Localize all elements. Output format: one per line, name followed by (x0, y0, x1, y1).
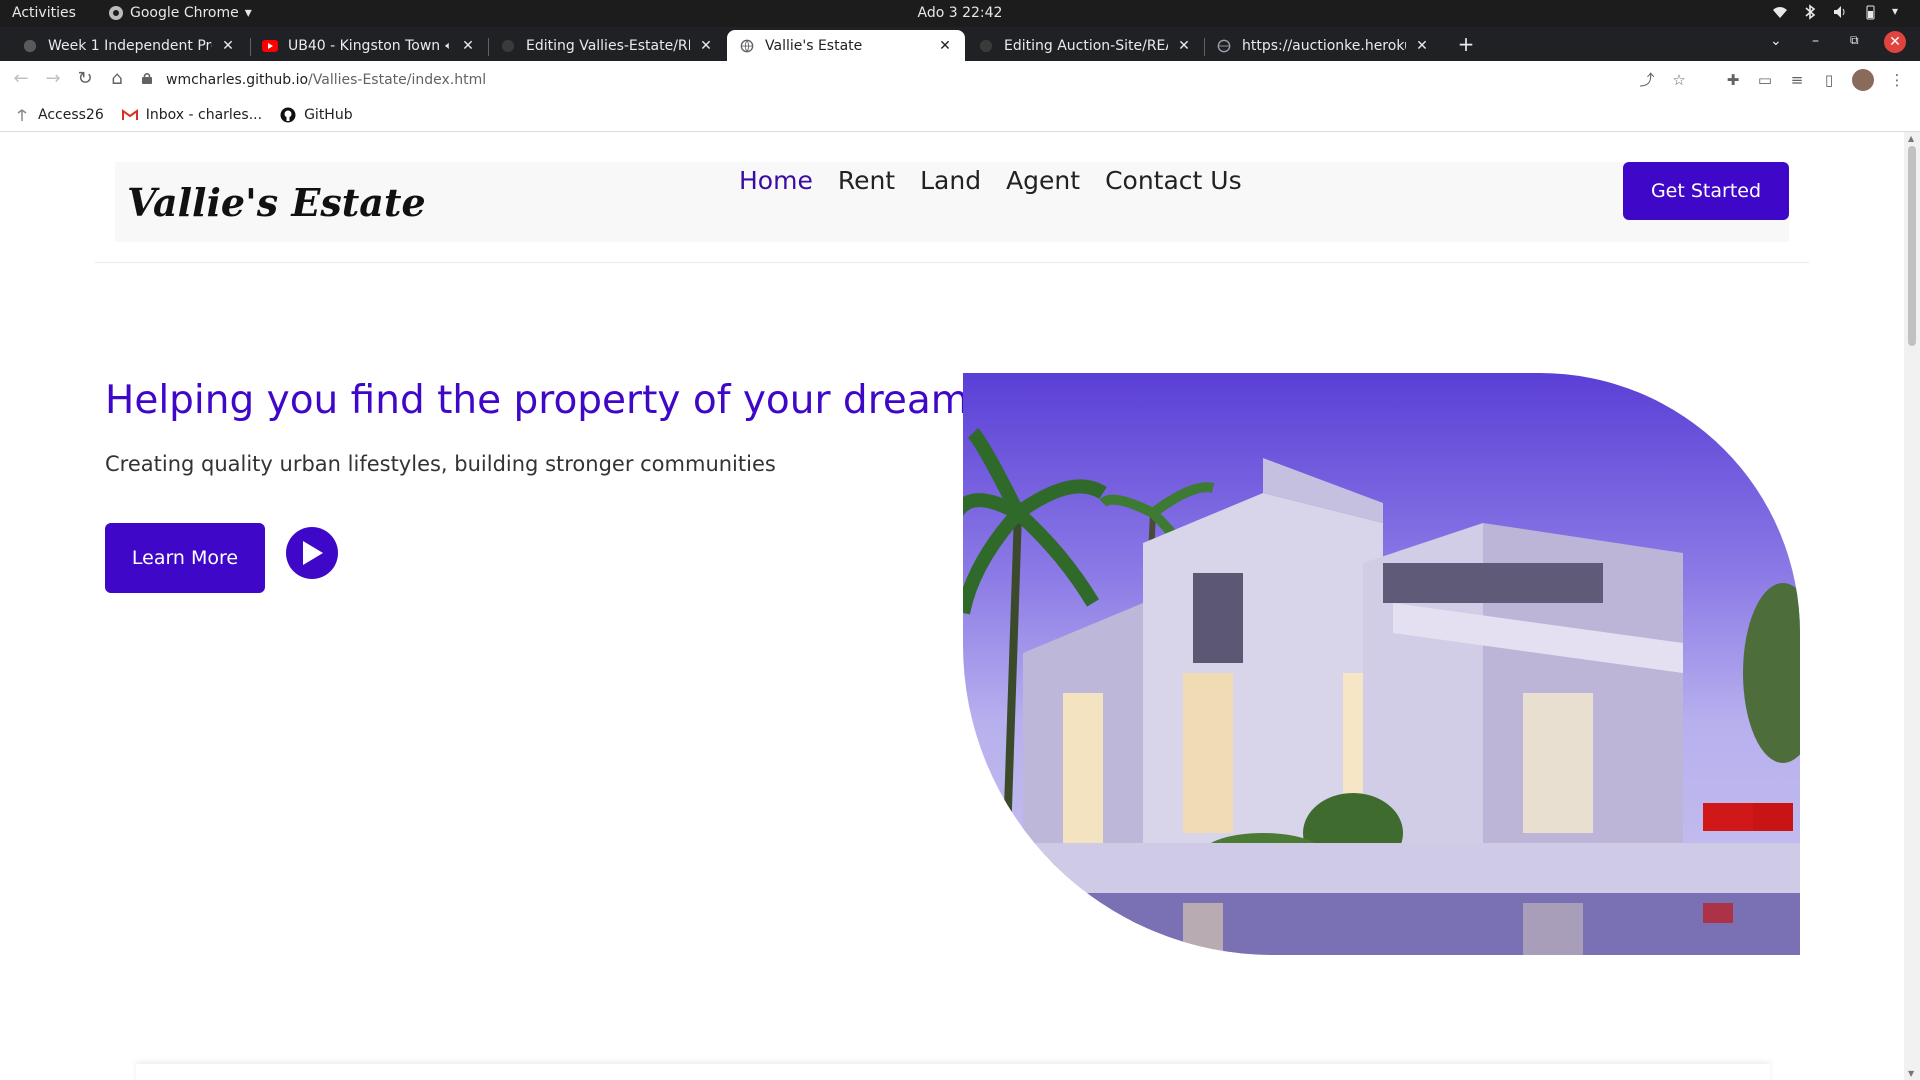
hero-title: Helping you find the property of your dr… (105, 378, 1002, 423)
nav-contact-us[interactable]: Contact Us (1105, 166, 1242, 195)
github-icon (978, 38, 994, 54)
bookmark-inbox[interactable]: Inbox - charles... (121, 106, 263, 123)
tab-week1[interactable]: Week 1 Independent Proj ✕ (10, 30, 248, 61)
close-tab-icon[interactable]: ✕ (1414, 38, 1430, 54)
clock[interactable]: Ado 3 22:42 (0, 5, 1920, 21)
home-icon[interactable]: ⌂ (106, 69, 128, 91)
tab-title: https://auctionke.heroku (1242, 37, 1406, 54)
bookmarks-bar: Access26 Inbox - charles... GitHub (0, 98, 1920, 132)
tab-auctionke[interactable]: https://auctionke.heroku ✕ (1204, 30, 1442, 61)
page-scrollbar[interactable]: ▲ ▼ (1904, 132, 1920, 1080)
profile-avatar[interactable] (1852, 69, 1874, 91)
bookmark-access26[interactable]: Access26 (14, 107, 104, 123)
bookmark-star-icon[interactable]: ☆ (1670, 71, 1688, 89)
system-menu-caret-icon: ▾ (1892, 4, 1899, 18)
globe-icon (739, 38, 755, 54)
scrollbar-thumb[interactable] (1908, 146, 1916, 346)
tab-title: Week 1 Independent Proj (48, 37, 212, 54)
new-tab-button[interactable]: + (1454, 32, 1478, 56)
speaker-icon[interactable]: 🔈︎ (445, 39, 452, 53)
hero-subtitle: Creating quality urban lifestyles, build… (105, 452, 776, 476)
close-window-icon[interactable]: ✕ (1884, 31, 1906, 53)
share-icon[interactable]: ⤴ (1638, 71, 1656, 89)
tab-title: UB40 - Kingston Town (288, 37, 440, 54)
next-section-card (136, 1064, 1770, 1080)
main-nav: Home Rent Land Agent Contact Us (739, 166, 1242, 195)
toolbar-actions: ⤴ ☆ ✚ ▭ ≡ ▯ ⋮ (1638, 69, 1906, 91)
scroll-up-icon[interactable]: ▲ (1908, 134, 1914, 143)
battery-icon (1862, 4, 1878, 20)
lock-icon[interactable] (142, 72, 156, 88)
scroll-down-icon[interactable]: ▼ (1908, 1069, 1914, 1078)
tab-editing-vallies[interactable]: Editing Vallies-Estate/RE ✕ (488, 30, 726, 61)
bookmark-label: Inbox - charles... (145, 106, 263, 123)
url-path: /Vallies-Estate/index.html (308, 72, 487, 88)
close-tab-icon[interactable]: ✕ (1176, 38, 1192, 54)
bookmark-label: GitHub (304, 106, 353, 123)
play-video-button[interactable] (286, 527, 338, 579)
volume-icon (1832, 4, 1848, 20)
bookmark-label: Access26 (38, 106, 104, 123)
minimize-icon[interactable]: – (1812, 33, 1819, 49)
reload-icon[interactable]: ↻ (74, 69, 96, 91)
forward-icon[interactable]: → (42, 69, 64, 91)
play-icon (303, 541, 323, 565)
close-tab-icon[interactable]: ✕ (460, 38, 476, 54)
wifi-icon (1772, 4, 1788, 20)
nav-rent[interactable]: Rent (838, 166, 895, 195)
access26-icon (14, 107, 30, 123)
github-icon (500, 38, 516, 54)
github-icon (280, 107, 296, 123)
reading-list-icon[interactable]: ≡ (1788, 71, 1806, 89)
side-panel-icon[interactable]: ▯ (1820, 71, 1838, 89)
nav-agent[interactable]: Agent (1006, 166, 1080, 195)
tab-strip: Week 1 Independent Proj ✕ UB40 - Kingsto… (0, 27, 1920, 61)
close-tab-icon[interactable]: ✕ (220, 38, 236, 54)
browser-toolbar: ← → ↻ ⌂ wmcharles.github.io/Vallies-Esta… (0, 61, 1920, 98)
restore-icon[interactable]: ⧉ (1850, 33, 1859, 48)
address-bar[interactable]: wmcharles.github.io/Vallies-Estate/index… (142, 65, 1682, 95)
url-host: wmcharles.github.io (166, 72, 309, 88)
cast-icon[interactable]: ▭ (1756, 71, 1774, 89)
menu-kebab-icon[interactable]: ⋮ (1888, 71, 1906, 89)
extensions-icon[interactable]: ✚ (1724, 71, 1742, 89)
tab-search-icon[interactable]: ⌄ (1770, 33, 1782, 49)
youtube-icon (262, 38, 278, 54)
site-header: Vallie's Estate Home Rent Land Agent Con… (115, 162, 1789, 242)
tab-editing-auction[interactable]: Editing Auction-Site/REA ✕ (966, 30, 1204, 61)
bluetooth-icon (1802, 4, 1818, 20)
globe-icon (1216, 38, 1232, 54)
nav-home[interactable]: Home (739, 166, 813, 195)
tab-vallies-estate[interactable]: Vallie's Estate ✕ (727, 30, 965, 61)
system-tray[interactable]: ▾ (1772, 4, 1908, 20)
close-tab-icon[interactable]: ✕ (698, 38, 714, 54)
hero-house-image (963, 373, 1800, 955)
tab-title: Editing Vallies-Estate/RE (526, 37, 690, 54)
bookmark-github[interactable]: GitHub (280, 107, 353, 123)
tab-ub40[interactable]: UB40 - Kingston Town 🔈︎ ✕ (250, 30, 488, 61)
os-top-bar: Activities Google Chrome ▾ Ado 3 22:42 ▾ (0, 0, 1920, 27)
learn-more-button[interactable]: Learn More (105, 523, 265, 593)
github-icon (22, 38, 38, 54)
page-viewport: Vallie's Estate Home Rent Land Agent Con… (0, 132, 1904, 1080)
nav-land[interactable]: Land (920, 166, 981, 195)
tab-title: Editing Auction-Site/REA (1004, 37, 1168, 54)
header-divider (95, 262, 1809, 263)
back-icon[interactable]: ← (10, 69, 32, 91)
gmail-icon (121, 107, 138, 123)
close-tab-icon[interactable]: ✕ (937, 38, 953, 54)
tab-title: Vallie's Estate (765, 37, 863, 54)
site-logo[interactable]: Vallie's Estate (127, 180, 426, 225)
get-started-button[interactable]: Get Started (1623, 162, 1789, 220)
